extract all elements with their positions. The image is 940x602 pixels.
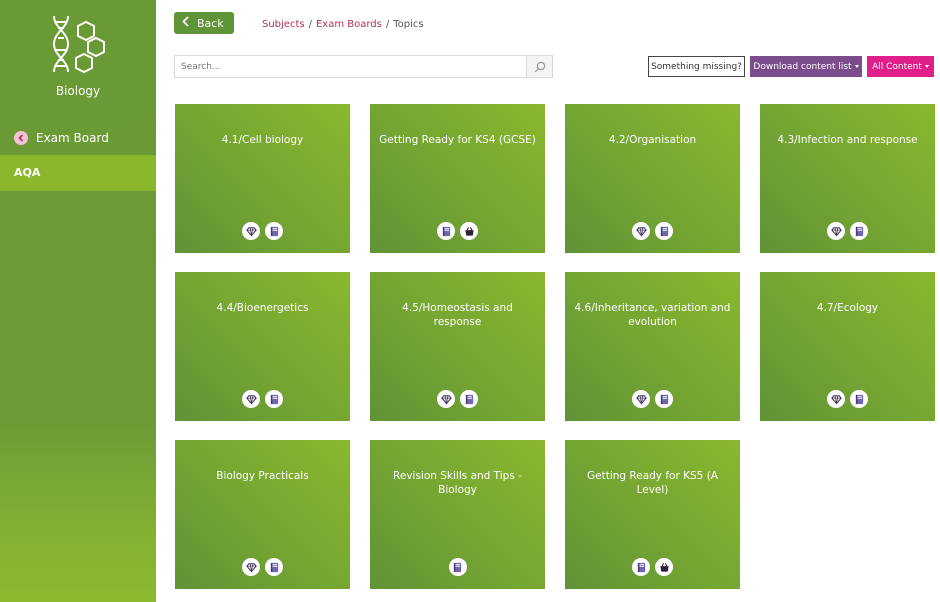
book-icon[interactable] (448, 558, 467, 576)
chevron-left-icon (182, 16, 189, 30)
sidebar: Biology Exam Board AQA (0, 0, 156, 602)
book-icon[interactable] (437, 222, 455, 240)
topic-card[interactable]: Getting Ready for KS5 (A Level) (565, 440, 740, 589)
book-icon[interactable] (265, 390, 283, 408)
topic-card-icons (565, 558, 740, 576)
book-icon[interactable] (460, 390, 478, 408)
topic-card-title: Biology Practicals (216, 470, 309, 482)
topic-card-icons (565, 222, 740, 240)
dna-molecule-logo-icon (52, 15, 105, 74)
topic-card[interactable]: 4.2/Organisation (565, 104, 740, 253)
caret-down-icon (854, 65, 859, 68)
back-button[interactable]: Back (174, 12, 234, 34)
diamond-icon[interactable] (632, 390, 650, 408)
topic-card-icons (370, 390, 545, 408)
topic-card-icons (175, 222, 350, 240)
topic-card[interactable]: Biology Practicals (175, 440, 350, 589)
topic-card[interactable]: 4.6/Inheritance, variation and evolution (565, 272, 740, 421)
diamond-icon[interactable] (242, 558, 260, 576)
diamond-icon[interactable] (242, 222, 260, 240)
breadcrumb-subjects[interactable]: Subjects (262, 19, 305, 30)
exam-board-label: Exam Board (36, 131, 109, 145)
search-bar (174, 55, 553, 78)
sidebar-item-aqa[interactable]: AQA (0, 155, 156, 191)
diamond-icon[interactable] (827, 390, 845, 408)
breadcrumb: Subjects / Exam Boards / Topics (262, 19, 424, 30)
all-content-label: All Content (872, 61, 922, 72)
diamond-icon[interactable] (632, 222, 650, 240)
subject-name: Biology (55, 84, 101, 98)
topic-card-title: 4.6/Inheritance, variation and evolution (574, 302, 731, 328)
topic-card-icons (175, 558, 350, 576)
exam-board-link[interactable]: Exam Board (14, 131, 109, 145)
basket-icon[interactable] (460, 222, 478, 240)
search-button[interactable] (526, 56, 552, 77)
search-icon (534, 61, 545, 72)
topic-card[interactable]: 4.5/Homeostasis and response (370, 272, 545, 421)
topic-card-icons (565, 390, 740, 408)
diamond-icon[interactable] (827, 222, 845, 240)
topic-card-title: 4.7/Ecology (816, 302, 879, 314)
breadcrumb-exam-boards[interactable]: Exam Boards (316, 19, 382, 30)
topic-card-icons (370, 222, 545, 240)
book-icon[interactable] (265, 222, 283, 240)
breadcrumb-separator: / (385, 19, 390, 30)
download-label: Download content list (753, 61, 852, 72)
chevron-left-icon (14, 131, 28, 145)
topic-card-title: 4.3/Infection and response (777, 134, 918, 146)
topic-card-title: 4.2/Organisation (608, 134, 697, 146)
topic-card-title: Getting Ready for KS5 (A Level) (587, 470, 718, 496)
download-content-list-button[interactable]: Download content list (750, 56, 862, 77)
diamond-icon[interactable] (437, 390, 455, 408)
topic-card-title: Getting Ready for KS4 (GCSE) (379, 134, 536, 146)
caret-down-icon (924, 65, 929, 68)
book-icon[interactable] (655, 222, 673, 240)
topic-card[interactable]: 4.7/Ecology (760, 272, 935, 421)
topic-card[interactable]: Getting Ready for KS4 (GCSE) (370, 104, 545, 253)
topic-card-icons (175, 390, 350, 408)
topic-card[interactable]: 4.3/Infection and response (760, 104, 935, 253)
book-icon[interactable] (655, 390, 673, 408)
breadcrumb-separator: / (308, 19, 312, 30)
book-icon[interactable] (850, 222, 868, 240)
book-icon[interactable] (850, 390, 868, 408)
something-missing-label: Something missing? (651, 61, 742, 72)
book-icon[interactable] (265, 558, 283, 576)
topic-card-title: 4.4/Bioenergetics (216, 302, 309, 314)
breadcrumb-topics: Topics (393, 19, 424, 30)
book-icon[interactable] (632, 558, 650, 576)
basket-icon[interactable] (655, 558, 673, 576)
all-content-button[interactable]: All Content (867, 56, 934, 77)
topic-card-title: 4.1/Cell biology (221, 134, 304, 146)
topic-card[interactable]: 4.1/Cell biology (175, 104, 350, 253)
topic-card-icons (760, 222, 935, 240)
topic-card-title: 4.5/Homeostasis and response (402, 302, 513, 328)
topic-card[interactable]: Revision Skills and Tips - Biology (370, 440, 545, 589)
topic-card[interactable]: 4.4/Bioenergetics (175, 272, 350, 421)
something-missing-button[interactable]: Something missing? (648, 56, 745, 77)
search-input[interactable] (175, 56, 526, 77)
back-label: Back (197, 16, 224, 30)
topic-card-icons (370, 558, 545, 576)
diamond-icon[interactable] (242, 390, 260, 408)
topic-card-title: Revision Skills and Tips - Biology (393, 470, 522, 496)
topic-card-icons (760, 390, 935, 408)
